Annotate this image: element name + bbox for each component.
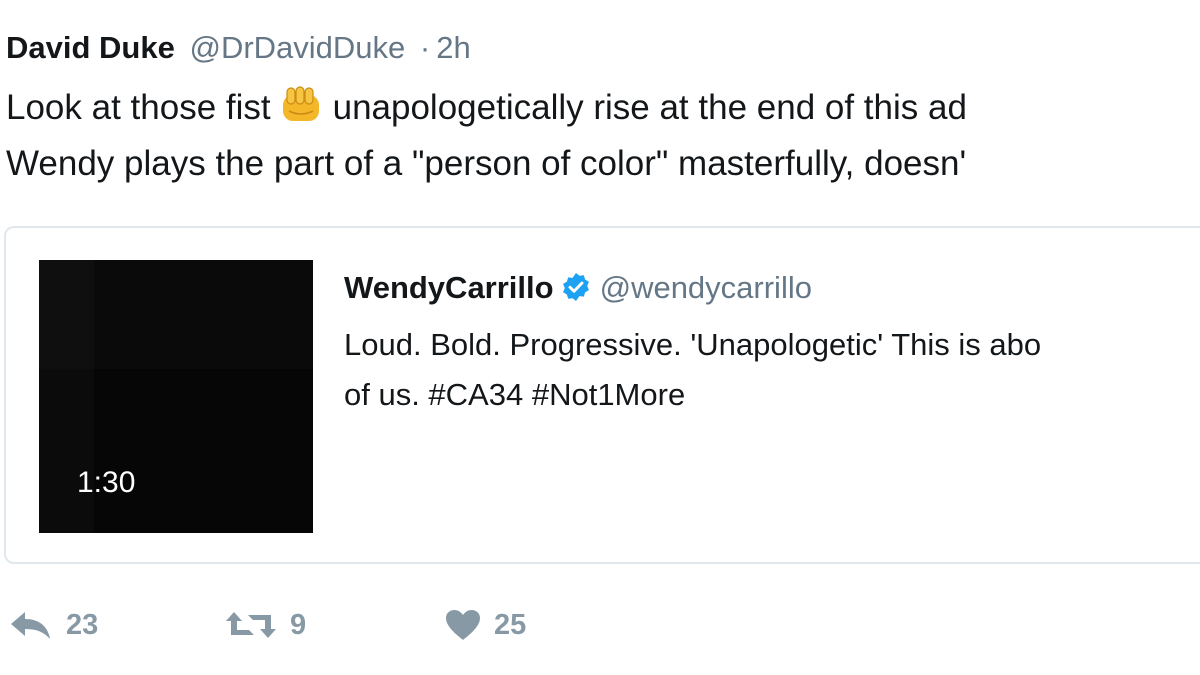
- tweet-text-segment: Look at those fist: [6, 88, 271, 127]
- timestamp[interactable]: 2h: [436, 30, 470, 65]
- tweet-text-line-2: Wendy plays the part of a "person of col…: [6, 144, 967, 183]
- quoted-tweet-text: Loud. Bold. Progressive. 'Unapologetic' …: [344, 320, 1041, 420]
- retweet-count: 9: [290, 608, 307, 641]
- tweet: David Duke @DrDavidDuke · 2h Look at thos…: [0, 0, 1200, 675]
- author-name[interactable]: David Duke: [6, 30, 175, 65]
- quoted-author-name[interactable]: WendyCarrillo: [344, 270, 554, 305]
- quoted-text-line-2: of us. #CA34 #Not1More: [344, 377, 686, 412]
- quoted-text-line-1: Loud. Bold. Progressive. 'Unapologetic' …: [344, 327, 1042, 362]
- heart-icon: [444, 608, 482, 642]
- tweet-text-segment: unapologetically rise at the end of this…: [332, 88, 967, 127]
- reply-button[interactable]: 23: [8, 600, 98, 650]
- author-handle[interactable]: @DrDavidDuke: [189, 30, 405, 65]
- verified-badge-icon: [560, 271, 592, 303]
- tweet-text-line-1: Look at those fist unapologetically rise…: [6, 80, 967, 136]
- quoted-tweet-card[interactable]: 1:30 WendyCarrillo @wendycarrillo Loud. …: [4, 226, 1200, 564]
- like-count: 25: [494, 608, 527, 641]
- fist-emoji-icon: [279, 85, 323, 125]
- separator-dot: ·: [419, 30, 431, 65]
- reply-icon: [8, 608, 54, 642]
- like-button[interactable]: 25: [444, 600, 526, 650]
- tweet-header: David Duke @DrDavidDuke · 2h: [6, 26, 471, 70]
- video-thumbnail[interactable]: 1:30: [39, 260, 313, 533]
- tweet-text: Look at those fist unapologetically rise…: [6, 80, 967, 192]
- tweet-actions: 23 9 25: [6, 600, 706, 650]
- reply-count: 23: [66, 608, 99, 641]
- retweet-button[interactable]: 9: [224, 600, 306, 650]
- retweet-icon: [224, 608, 278, 642]
- quoted-tweet-header: WendyCarrillo @wendycarrillo: [344, 266, 812, 310]
- quoted-author-handle[interactable]: @wendycarrillo: [600, 270, 812, 305]
- video-duration: 1:30: [77, 466, 136, 499]
